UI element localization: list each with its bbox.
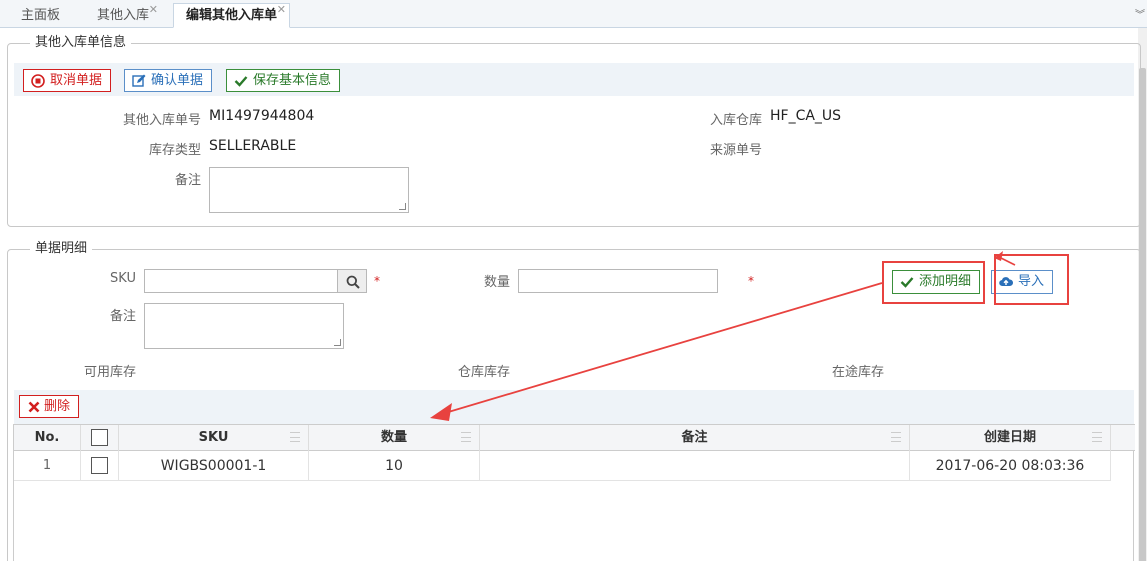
stop-circle-icon (31, 74, 45, 88)
section-title: 单据明细 (30, 241, 93, 257)
required-mark: * (748, 274, 754, 288)
save-basic-info-button[interactable]: 保存基本信息 (226, 69, 341, 92)
required-mark: * (374, 274, 380, 288)
row-sku: WIGBS00001-1 (119, 451, 309, 481)
column-menu-icon[interactable] (891, 432, 901, 442)
close-icon (28, 401, 40, 413)
column-header-no: No. (14, 425, 81, 451)
row-no: 1 (14, 451, 81, 481)
row-remark (480, 451, 910, 481)
edit-icon (132, 74, 146, 87)
order-toolbar: 取消单据 确认单据 保存基本信息 (14, 63, 1134, 96)
sku-search-button[interactable] (337, 269, 367, 293)
cancel-order-button[interactable]: 取消单据 (23, 69, 112, 92)
tab-label: 主面板 (21, 8, 61, 23)
annotation-box-add (882, 261, 985, 304)
chevron-down-icon[interactable]: ︾ (1135, 6, 1145, 21)
app-window: 主面板 其他入库 ✕ 编辑其他入库单 ✕ ︾ 其他入库单信息 取消单据 确认单据… (0, 0, 1147, 561)
search-icon (346, 275, 360, 289)
qty-input[interactable] (518, 269, 718, 293)
qty-label: 数量 (483, 275, 510, 290)
sku-label: SKU (110, 271, 136, 286)
order-remark-textarea[interactable] (209, 167, 409, 213)
button-label: 确认单据 (151, 73, 204, 88)
section-title: 其他入库单信息 (30, 35, 132, 51)
column-header-sku[interactable]: SKU (119, 425, 309, 451)
select-all-checkbox[interactable] (91, 429, 108, 446)
tab-label: 编辑其他入库单 (186, 8, 278, 23)
grid-toolbar: 删除 (14, 390, 1134, 424)
tab-dashboard[interactable]: 主面板 (8, 3, 73, 28)
order-no-label: 其他入库单号 (122, 113, 201, 128)
transit-stock-label: 在途库存 (831, 365, 884, 380)
warehouse-label: 入库仓库 (709, 113, 762, 128)
button-label: 取消单据 (50, 73, 103, 88)
column-header-qty[interactable]: 数量 (309, 425, 480, 451)
delete-button[interactable]: 删除 (19, 395, 80, 418)
check-icon (234, 76, 248, 87)
sku-input[interactable] (144, 269, 338, 293)
warehouse-value: HF_CA_US (770, 108, 842, 124)
column-menu-icon[interactable] (1092, 432, 1102, 442)
detail-remark-label: 备注 (109, 309, 136, 324)
row-checkbox[interactable] (91, 457, 108, 474)
column-header-created[interactable]: 创建日期 (910, 425, 1111, 451)
close-icon[interactable]: ✕ (149, 0, 158, 22)
grid-header: No. SKU 数量 备注 创建日期 (14, 424, 1135, 451)
row-select-cell (81, 451, 119, 481)
close-icon[interactable]: ✕ (277, 0, 286, 22)
detail-remark-textarea[interactable] (144, 303, 344, 349)
source-no-label: 来源单号 (709, 143, 762, 158)
stock-type-value: SELLERABLE (209, 138, 297, 154)
warehouse-stock-label: 仓库库存 (457, 365, 510, 380)
detail-grid: No. SKU 数量 备注 创建日期 1 WIGBS00001-1 10 201… (13, 424, 1135, 561)
confirm-order-button[interactable]: 确认单据 (124, 69, 213, 92)
button-label: 删除 (44, 399, 71, 414)
tab-edit-other-inbound[interactable]: 编辑其他入库单 ✕ (173, 0, 291, 28)
available-stock-label: 可用库存 (83, 365, 136, 380)
column-header-remark[interactable]: 备注 (480, 425, 910, 451)
annotation-box-import (994, 254, 1069, 305)
row-qty: 10 (309, 451, 480, 481)
tab-bar: 主面板 其他入库 ✕ 编辑其他入库单 ✕ ︾ (0, 0, 1147, 28)
tab-other-inbound[interactable]: 其他入库 ✕ (84, 3, 162, 28)
order-remark-label: 备注 (174, 173, 201, 188)
order-no-value: MI1497944804 (209, 108, 315, 124)
stock-type-label: 库存类型 (148, 143, 201, 158)
button-label: 保存基本信息 (253, 73, 332, 88)
column-header-select (81, 425, 119, 451)
tab-label: 其他入库 (97, 8, 150, 23)
column-menu-icon[interactable] (290, 432, 300, 442)
row-created: 2017-06-20 08:03:36 (910, 451, 1111, 481)
column-menu-icon[interactable] (461, 432, 471, 442)
